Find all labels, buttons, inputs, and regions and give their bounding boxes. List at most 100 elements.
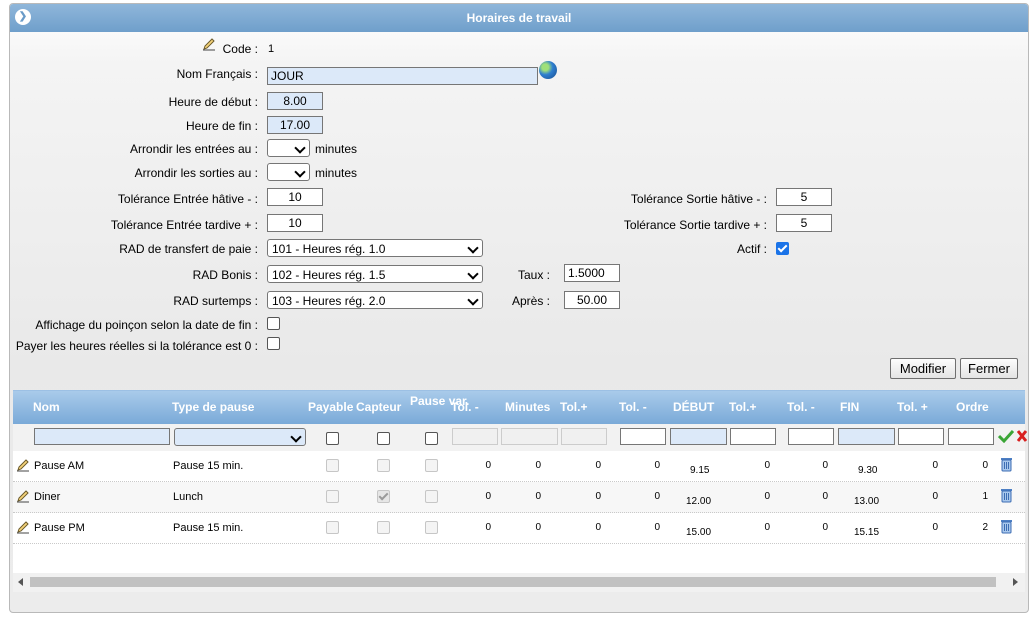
col-type-pause[interactable]: Type de pause — [172, 391, 254, 424]
trash-icon[interactable] — [1001, 457, 1012, 472]
col-capteur[interactable]: Capteur — [356, 391, 401, 424]
trash-icon[interactable] — [1001, 519, 1012, 534]
col-ordre[interactable]: Ordre — [956, 391, 989, 424]
tol-sortie-hative-label: Tolérance Sortie hâtive - : — [630, 192, 767, 206]
tol-entree-tardive-input[interactable]: 10 — [267, 214, 323, 232]
filter-tol1-input — [452, 428, 498, 445]
row-minutes: 0 — [535, 491, 541, 502]
rad-surtemps-select[interactable]: 103 - Heures rég. 2.0 — [267, 291, 483, 309]
tol-sortie-tardive-label: Tolérance Sortie tardive + : — [623, 218, 767, 232]
col-tol-minus-1[interactable]: Tol. - — [451, 391, 479, 424]
horizontal-scrollbar[interactable] — [13, 573, 1025, 592]
row-nom: Pause PM — [34, 522, 85, 534]
row-nom: Diner — [34, 491, 61, 503]
affichage-poincon-checkbox[interactable] — [267, 317, 280, 330]
fermer-button[interactable]: Fermer — [960, 358, 1018, 379]
col-minutes[interactable]: Minutes — [505, 391, 550, 424]
trash-icon[interactable] — [1001, 488, 1012, 503]
globe-icon[interactable] — [539, 61, 557, 79]
col-tol-plus-3[interactable]: Tol. + — [897, 391, 928, 424]
col-fin[interactable]: FIN — [840, 391, 859, 424]
filter-tol2-input[interactable] — [620, 428, 666, 445]
minutes-unit: minutes — [315, 166, 358, 180]
row-tolp2: 0 — [764, 491, 770, 502]
col-nom[interactable]: Nom — [33, 391, 60, 424]
row-tol2: 0 — [654, 522, 660, 533]
table-row[interactable]: Pause PM Pause 15 min. 0 0 0 0 15.00 0 0… — [13, 513, 1025, 544]
filter-debut-input[interactable] — [670, 428, 727, 445]
row-fin: 15.15 — [854, 527, 880, 538]
col-tol-plus-2[interactable]: Tol.+ — [729, 391, 756, 424]
filter-nom-input[interactable] — [34, 428, 170, 445]
x-icon[interactable] — [1017, 429, 1027, 443]
apres-input[interactable]: 50.00 — [564, 291, 620, 309]
col-payable[interactable]: Payable — [308, 391, 353, 424]
check-icon[interactable] — [998, 429, 1014, 443]
nom-label: Nom Français : — [176, 67, 258, 81]
col-tol-plus-1[interactable]: Tol.+ — [560, 391, 587, 424]
rad-surtemps-label: RAD surtemps : — [173, 294, 258, 308]
tol-entree-tardive-label: Tolérance Entrée tardive + : — [110, 218, 258, 232]
filter-tolp3-input[interactable] — [898, 428, 944, 445]
row-tolp1: 0 — [595, 491, 601, 502]
actif-checkbox[interactable] — [776, 242, 789, 255]
row-ordre: 1 — [982, 491, 988, 502]
arrondir-sorties-select[interactable] — [267, 163, 310, 181]
collapse-icon[interactable]: ❯ — [15, 9, 31, 25]
scroll-right-icon[interactable] — [1013, 578, 1018, 586]
rad-bonis-select[interactable]: 102 - Heures rég. 1.5 — [267, 265, 483, 283]
heure-fin-input[interactable]: 17.00 — [267, 116, 323, 134]
filter-fin-input[interactable] — [838, 428, 895, 445]
code-label: Code : — [222, 42, 258, 56]
row-capteur-checkbox — [377, 459, 390, 472]
row-payable-checkbox — [326, 521, 339, 534]
chevron-down-icon — [467, 242, 479, 254]
tol-sortie-hative-input[interactable]: 5 — [776, 188, 832, 206]
nom-input[interactable]: JOUR — [267, 67, 538, 85]
filter-payable-checkbox[interactable] — [326, 432, 339, 445]
taux-input[interactable]: 1.5000 — [564, 264, 620, 282]
row-minutes: 0 — [535, 522, 541, 533]
filter-tol3-input[interactable] — [788, 428, 834, 445]
pencil-icon[interactable] — [16, 489, 30, 503]
filter-pause-var-checkbox[interactable] — [425, 432, 438, 445]
tol-sortie-tardive-input[interactable]: 5 — [776, 214, 832, 232]
row-debut: 12.00 — [686, 496, 712, 507]
col-tol-minus-2[interactable]: Tol. - — [619, 391, 647, 424]
filter-capteur-checkbox[interactable] — [377, 432, 390, 445]
pencil-icon[interactable] — [16, 520, 30, 534]
tol-entree-hative-input[interactable]: 10 — [267, 188, 323, 206]
col-tol-minus-3[interactable]: Tol. - — [787, 391, 815, 424]
heure-fin-label: Heure de fin : — [185, 119, 258, 133]
row-tol3: 0 — [822, 460, 828, 471]
table-row[interactable]: Diner Lunch 0 0 0 0 12.00 0 0 13.00 0 1 — [13, 482, 1025, 513]
row-pause-var-checkbox — [425, 490, 438, 503]
chevron-down-icon — [467, 268, 479, 280]
chevron-down-icon — [294, 142, 306, 154]
payer-heures-checkbox[interactable] — [267, 337, 280, 350]
affichage-poincon-label: Affichage du poinçon selon la date de fi… — [35, 318, 258, 332]
filter-ordre-input[interactable] — [948, 428, 994, 445]
col-debut[interactable]: DÉBUT — [673, 391, 714, 424]
heure-debut-input[interactable]: 8.00 — [267, 92, 323, 110]
scroll-left-icon[interactable] — [18, 578, 23, 586]
window-title: Horaires de travail — [466, 11, 572, 25]
rad-transfert-select[interactable]: 101 - Heures rég. 1.0 — [267, 239, 483, 257]
arrondir-entrees-select[interactable] — [267, 139, 310, 157]
row-payable-checkbox — [326, 490, 339, 503]
col-pause-var[interactable]: Pause var. — [410, 395, 469, 407]
row-capteur-checkbox — [377, 521, 390, 534]
row-pause-var-checkbox — [425, 459, 438, 472]
title-bar: ❯ Horaires de travail — [10, 4, 1028, 32]
row-tol2: 0 — [654, 460, 660, 471]
scrollbar-thumb[interactable] — [30, 577, 996, 587]
filter-row — [13, 424, 1027, 451]
filter-type-select[interactable] — [174, 428, 306, 446]
filter-tolp1-input — [561, 428, 607, 445]
pencil-icon[interactable] — [16, 458, 30, 472]
modifier-button[interactable]: Modifier — [890, 358, 956, 379]
row-tolp2: 0 — [764, 460, 770, 471]
filter-tolp2-input[interactable] — [730, 428, 776, 445]
table-row[interactable]: Pause AM Pause 15 min. 0 0 0 0 9.15 0 0 … — [13, 451, 1025, 482]
row-tolp2: 0 — [764, 522, 770, 533]
